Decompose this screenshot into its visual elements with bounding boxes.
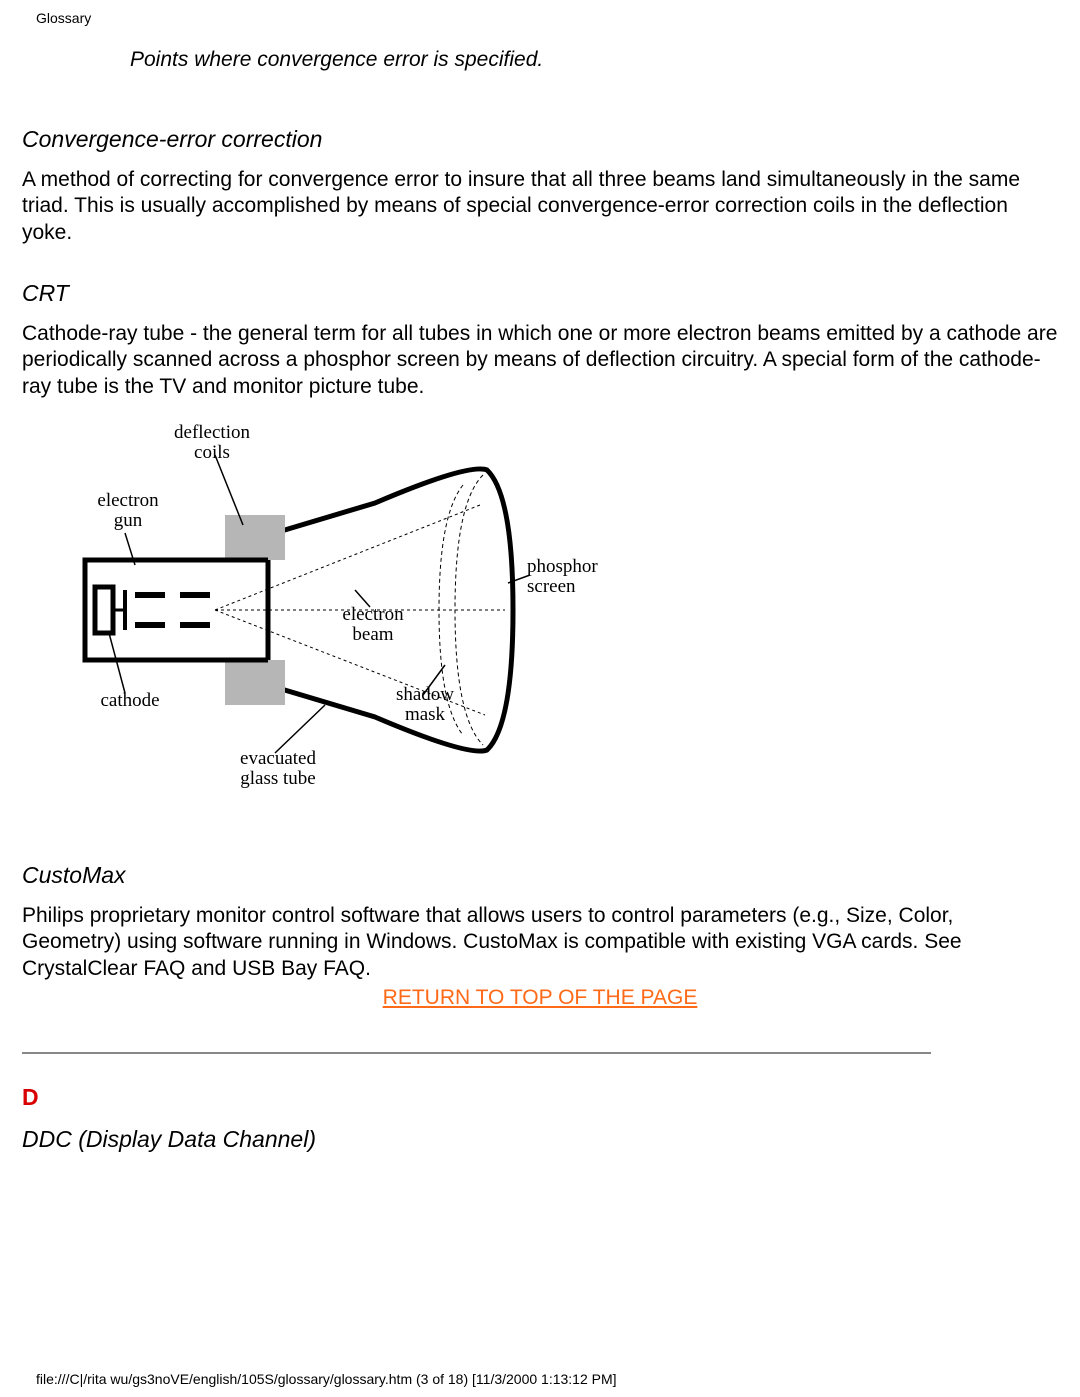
label-electron-gun: electron gun — [83, 491, 173, 531]
entry-heading: DDC (Display Data Channel) — [22, 1126, 1058, 1153]
label-line: coils — [194, 442, 230, 463]
entry-convergence-correction: Convergence-error correction A method of… — [22, 126, 1058, 246]
label-line: beam — [352, 624, 393, 645]
page-header-title: Glossary — [36, 10, 91, 26]
label-line: mask — [405, 704, 445, 725]
label-phosphor-screen: phosphor screen — [527, 557, 627, 597]
entry-crt: CRT Cathode-ray tube - the general term … — [22, 280, 1058, 400]
label-deflection-coils: deflection coils — [157, 423, 267, 463]
entry-body: Cathode-ray tube - the general term for … — [22, 321, 1058, 400]
label-electron-beam: electron beam — [323, 605, 423, 645]
label-shadow-mask: shadow mask — [375, 685, 475, 725]
label-line: electron — [342, 604, 403, 625]
label-line: phosphor — [527, 556, 598, 577]
entry-heading: Convergence-error correction — [22, 126, 1058, 153]
label-line: deflection — [174, 422, 250, 443]
label-line: screen — [527, 576, 576, 597]
footer-path: file:///C|/rita wu/gs3noVE/english/105S/… — [36, 1371, 617, 1387]
entry-ddc: DDC (Display Data Channel) — [22, 1126, 1058, 1153]
label-line: glass tube — [240, 768, 315, 789]
entry-body: Philips proprietary monitor control soft… — [22, 903, 1058, 982]
label-line: gun — [114, 510, 143, 531]
label-evacuated-glass-tube: evacuated glass tube — [213, 749, 343, 789]
entry-body: A method of correcting for convergence e… — [22, 167, 1058, 246]
figure-caption: Points where convergence error is specif… — [130, 48, 543, 72]
page: Glossary Points where convergence error … — [0, 0, 1080, 1397]
entry-heading: CustoMax — [22, 862, 1058, 889]
section-letter-d: D — [22, 1084, 39, 1111]
label-line: electron — [97, 490, 158, 511]
entry-heading: CRT — [22, 280, 1058, 307]
return-to-top-link[interactable]: RETURN TO TOP OF THE PAGE — [383, 986, 698, 1009]
return-to-top-container: RETURN TO TOP OF THE PAGE — [0, 986, 1080, 1010]
label-line: evacuated — [240, 748, 316, 769]
label-line: shadow — [396, 684, 454, 705]
crt-diagram: deflection coils electron gun phosphor s… — [65, 415, 627, 815]
entry-customax: CustoMax Philips proprietary monitor con… — [22, 862, 1058, 982]
label-cathode: cathode — [85, 691, 175, 711]
section-divider — [22, 1052, 931, 1054]
